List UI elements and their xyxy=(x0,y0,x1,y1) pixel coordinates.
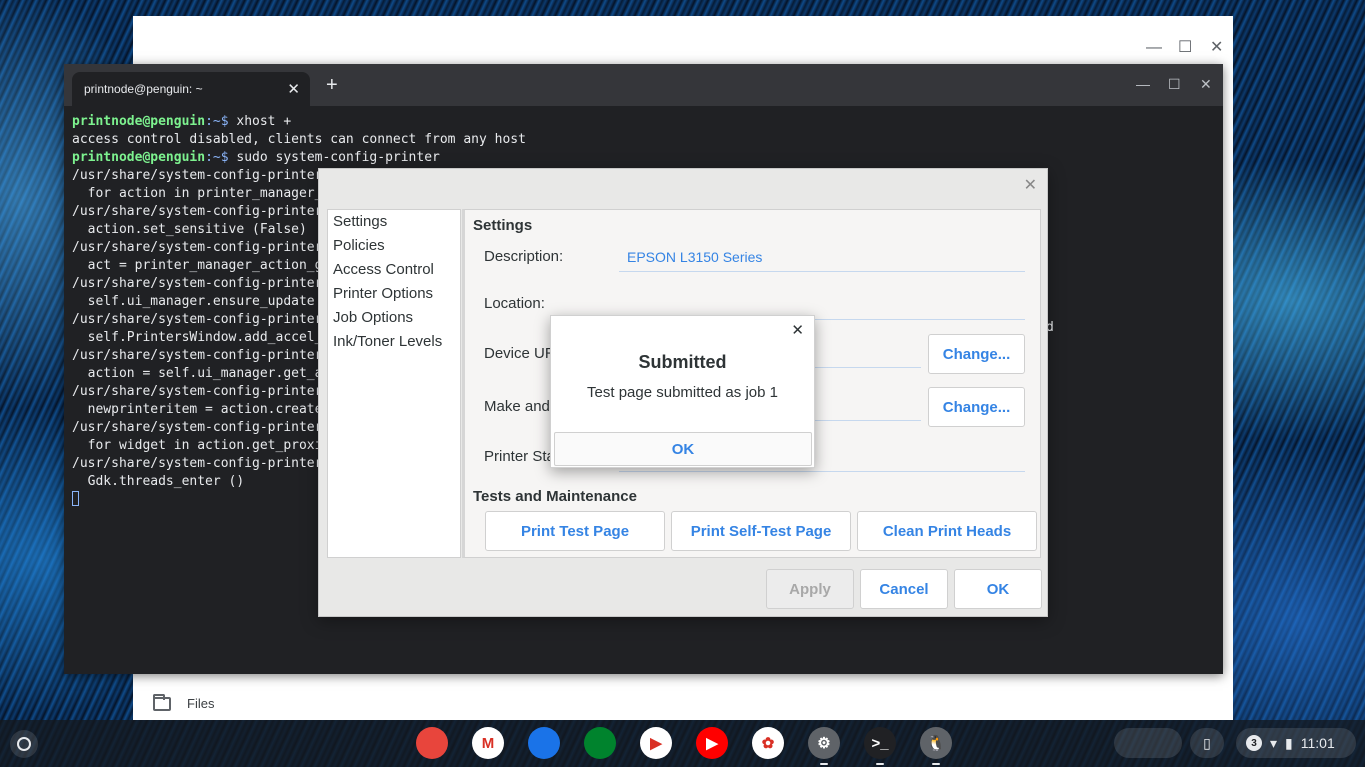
print-test-page-button[interactable]: Print Test Page xyxy=(485,511,665,551)
terminal-tab-title: printnode@penguin: ~ xyxy=(84,82,203,96)
files-nav-item[interactable]: Files xyxy=(133,687,1233,720)
folder-icon xyxy=(153,693,171,711)
prompt-user: printnode@penguin xyxy=(72,150,206,165)
terminal-line: access control disabled, clients can con… xyxy=(72,132,526,147)
files-icon[interactable] xyxy=(528,727,560,759)
status-tray[interactable]: 3 ▾ ▮ 11:01 xyxy=(1236,728,1356,758)
files-label: Files xyxy=(187,696,215,711)
files-close-button[interactable]: ✕ xyxy=(1210,40,1223,56)
terminal-maximize-button[interactable]: ☐ xyxy=(1168,76,1181,93)
nav-item-policies[interactable]: Policies xyxy=(328,234,460,258)
terminal-line: printnode@penguin:~$ xhost + xyxy=(72,113,1223,131)
files-maximize-button[interactable]: ☐ xyxy=(1178,40,1192,56)
terminal-tab[interactable]: printnode@penguin: ~ ✕ xyxy=(72,72,310,106)
device-uri-label: Device URI xyxy=(484,345,560,362)
change-make-model-button[interactable]: Change... xyxy=(928,387,1025,427)
location-label: Location: xyxy=(484,295,545,312)
description-label: Description: xyxy=(484,248,564,265)
dialog-close-icon[interactable]: ✕ xyxy=(1024,175,1037,195)
description-field[interactable]: EPSON L3150 Series xyxy=(619,242,1025,272)
terminal-minimize-button[interactable]: — xyxy=(1136,76,1150,92)
nav-item-printer-options[interactable]: Printer Options xyxy=(328,282,460,306)
wifi-icon: ▾ xyxy=(1270,734,1278,751)
gmail-icon[interactable]: M xyxy=(472,727,504,759)
prompt-path: :~$ xyxy=(205,150,237,165)
clock: 11:01 xyxy=(1300,735,1335,751)
submitted-dialog: ✕ Submitted Test page submitted as job 1… xyxy=(550,315,815,468)
shelf: M ▶ ▶ ✿ ⚙ >_ 🐧 ▯ 3 ▾ ▮ 11:01 xyxy=(0,720,1365,767)
files-minimize-button[interactable]: — xyxy=(1146,40,1162,56)
terminal-close-button[interactable]: ✕ xyxy=(1200,76,1212,93)
tests-maintenance-title: Tests and Maintenance xyxy=(473,488,637,505)
terminal-line: printnode@penguin:~$ sudo system-config-… xyxy=(72,149,1223,167)
nav-item-ink-toner-levels[interactable]: Ink/Toner Levels xyxy=(328,330,460,354)
submitted-title: Submitted xyxy=(638,352,727,372)
running-indicator xyxy=(820,763,828,765)
command-text: sudo system-config-printer xyxy=(236,150,440,165)
youtube-icon[interactable]: ▶ xyxy=(696,727,728,759)
linux-penguin-icon[interactable]: 🐧 xyxy=(920,727,952,765)
nav-item-settings[interactable]: Settings xyxy=(328,210,460,234)
submitted-ok-button[interactable]: OK xyxy=(554,432,812,466)
printer-state-label: Printer Sta xyxy=(484,448,555,465)
battery-icon: ▮ xyxy=(1285,734,1293,751)
chrome-icon[interactable] xyxy=(416,727,448,759)
settings-icon[interactable]: ⚙ xyxy=(808,727,840,765)
command-text: xhost + xyxy=(236,114,292,129)
running-indicator xyxy=(876,763,884,765)
notification-count-badge: 3 xyxy=(1246,735,1262,751)
play-store-icon[interactable]: ▶ xyxy=(640,727,672,759)
close-icon[interactable]: ✕ xyxy=(791,321,804,339)
running-indicator xyxy=(932,763,940,765)
nav-item-access-control[interactable]: Access Control xyxy=(328,258,460,282)
tray-holding-space[interactable] xyxy=(1114,728,1182,758)
terminal-cursor xyxy=(72,491,79,506)
nav-item-job-options[interactable]: Job Options xyxy=(328,306,460,330)
phone-hub-icon[interactable]: ▯ xyxy=(1190,728,1224,758)
settings-nav-list: Settings Policies Access Control Printer Op… xyxy=(327,209,461,558)
prompt-path: :~$ xyxy=(205,114,237,129)
ok-button[interactable]: OK xyxy=(954,569,1042,609)
apply-button[interactable]: Apply xyxy=(766,569,854,609)
new-tab-button[interactable]: + xyxy=(326,74,338,97)
tab-close-icon[interactable]: ✕ xyxy=(287,80,300,98)
prompt-user: printnode@penguin xyxy=(72,114,206,129)
cancel-button[interactable]: Cancel xyxy=(860,569,948,609)
clean-print-heads-button[interactable]: Clean Print Heads xyxy=(857,511,1037,551)
launcher-icon[interactable] xyxy=(10,730,38,758)
terminal-icon[interactable]: >_ xyxy=(864,727,896,765)
meet-icon[interactable] xyxy=(584,727,616,759)
change-device-uri-button[interactable]: Change... xyxy=(928,334,1025,374)
submitted-message: Test page submitted as job 1 xyxy=(587,384,778,401)
photos-icon[interactable]: ✿ xyxy=(752,727,784,759)
settings-title: Settings xyxy=(473,217,533,234)
terminal-titlebar: printnode@penguin: ~ ✕ + — ☐ ✕ xyxy=(64,64,1223,106)
print-self-test-page-button[interactable]: Print Self-Test Page xyxy=(671,511,851,551)
